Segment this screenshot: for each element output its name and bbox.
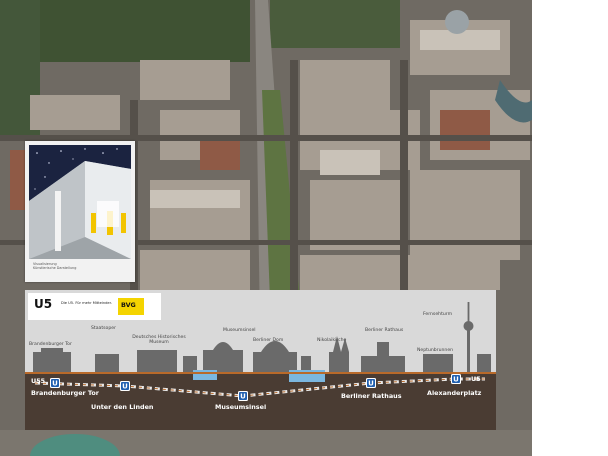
marker-unter-den-linden: U (120, 381, 130, 391)
station-label-unter-den-linden: Unter den Linden (91, 403, 154, 411)
marker-brandenburger-tor: U (50, 378, 60, 388)
marker-museumsinsel: U (238, 391, 248, 401)
marker-alexanderplatz: U (451, 374, 461, 384)
marker-berliner-rathaus: U (366, 378, 376, 388)
photo-caption: Visualisierung Künstlerische Darstellung (33, 262, 77, 270)
svg-text:U: U (52, 380, 58, 388)
svg-text:U: U (453, 376, 459, 384)
station-interior-photo-card: Visualisierung Künstlerische Darstellung (25, 141, 135, 282)
svg-text:U: U (122, 383, 128, 391)
station-interior-image (29, 145, 131, 259)
svg-text:U: U (368, 380, 374, 388)
station-label-museumsinsel: Museumsinsel (215, 403, 267, 411)
u5-route-panel: U5 Die U5. Für mehr Mitteinder. BVG Bran… (25, 290, 496, 430)
station-label-berliner-rathaus: Berliner Rathaus (341, 392, 402, 400)
svg-text:U: U (240, 393, 246, 401)
station-label-alexanderplatz: Alexanderplatz (427, 389, 482, 397)
station-label-brandenburger-tor: Brandenburger Tor (31, 389, 99, 397)
